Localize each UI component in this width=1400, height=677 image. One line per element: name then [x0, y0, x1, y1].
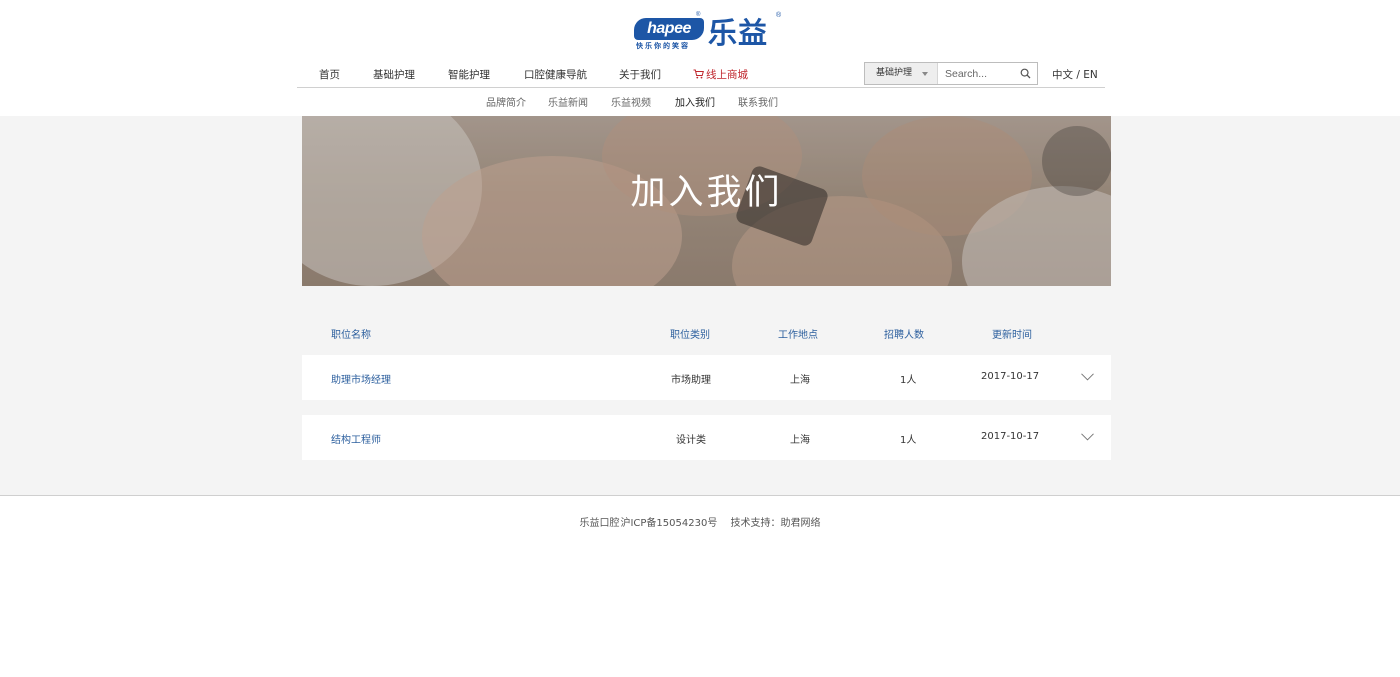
job-date: 2017-10-17 — [981, 431, 1040, 442]
logo-chinese: 乐益 — [708, 16, 769, 50]
subnav-item-contact[interactable]: 联系我们 — [738, 94, 778, 109]
job-title[interactable]: 结构工程师 — [331, 431, 381, 446]
subnav-item-brand[interactable]: 品牌简介 — [486, 94, 526, 109]
job-location: 上海 — [790, 375, 810, 386]
footer-text: 乐益口腔沪ICP备15054230号 技术支持：助君网络 — [0, 514, 1400, 529]
chevron-down-icon[interactable] — [1081, 373, 1094, 381]
logo-reg-mark-small: ® — [696, 12, 701, 18]
sub-nav: 品牌简介 乐益新闻 乐益视频 加入我们 联系我们 — [0, 92, 1400, 112]
lang-zh[interactable]: 中文 — [1052, 69, 1073, 81]
subnav-item-video[interactable]: 乐益视频 — [611, 94, 651, 109]
job-headcount: 1人 — [900, 375, 917, 386]
table-row[interactable]: 助理市场经理 市场助理 上海 1人 2017-10-17 — [302, 355, 1111, 400]
search-category-select[interactable]: 基础护理 — [865, 63, 938, 84]
header-job-title: 职位名称 — [331, 330, 371, 341]
main-content: 加入我们 职位名称 职位类别 工作地点 招聘人数 更新时间 助理市场经理 市场助… — [0, 116, 1400, 495]
language-switch: 中文 / EN — [1052, 67, 1098, 82]
footer-support[interactable]: 技术支持：助君网络 — [731, 518, 821, 529]
footer-company: 乐益口腔 — [579, 518, 620, 529]
job-category: 市场助理 — [671, 375, 711, 386]
lang-separator: / — [1076, 69, 1080, 81]
footer-icp[interactable]: 沪ICP备15054230号 — [620, 518, 717, 529]
caret-down-icon — [922, 72, 928, 76]
chevron-down-icon[interactable] — [1081, 433, 1094, 441]
nav-item-mall[interactable]: 线上商城 — [693, 67, 748, 82]
job-category: 设计类 — [676, 435, 706, 446]
logo-slogan: 快乐你的笑容 — [636, 42, 690, 50]
table-row[interactable]: 结构工程师 设计类 上海 1人 2017-10-17 — [302, 415, 1111, 460]
search-input[interactable] — [945, 64, 1015, 83]
nav-item-smart-care[interactable]: 智能护理 — [448, 67, 490, 82]
main-nav: 首页 基础护理 智能护理 口腔健康导航 关于我们 线上商城 基础护理 中文 — [297, 62, 1105, 88]
logo-reg-mark: ® — [776, 12, 782, 19]
search-box: 基础护理 — [864, 62, 1038, 85]
job-date: 2017-10-17 — [981, 371, 1040, 382]
cart-icon — [693, 69, 704, 79]
nav-item-mall-label: 线上商城 — [706, 69, 748, 81]
nav-item-about[interactable]: 关于我们 — [619, 67, 661, 82]
banner-title: 加入我们 — [630, 173, 783, 213]
job-title[interactable]: 助理市场经理 — [331, 371, 391, 386]
logo-hapee: hapee — [634, 18, 704, 40]
lang-en[interactable]: EN — [1083, 69, 1098, 81]
job-location: 上海 — [790, 435, 810, 446]
subnav-item-news[interactable]: 乐益新闻 — [548, 94, 588, 109]
jobs-table-header: 职位名称 职位类别 工作地点 招聘人数 更新时间 — [302, 326, 1111, 344]
header-location: 工作地点 — [778, 330, 818, 341]
brand-logo[interactable]: hapee ® 快乐你的笑容 乐益 ® — [634, 12, 784, 54]
site-header: hapee ® 快乐你的笑容 乐益 ® 首页 基础护理 智能护理 口腔健康导航 … — [0, 0, 1400, 116]
header-update-time: 更新时间 — [992, 330, 1032, 341]
search-icon[interactable] — [1020, 68, 1031, 79]
site-footer: 乐益口腔沪ICP备15054230号 技术支持：助君网络 — [0, 495, 1400, 677]
header-job-category: 职位类别 — [670, 330, 710, 341]
nav-item-basic-care[interactable]: 基础护理 — [373, 67, 415, 82]
subnav-item-join-us[interactable]: 加入我们 — [675, 94, 715, 109]
header-headcount: 招聘人数 — [884, 330, 924, 341]
job-headcount: 1人 — [900, 435, 917, 446]
nav-item-oral-health[interactable]: 口腔健康导航 — [524, 67, 587, 82]
search-category-label: 基础护理 — [876, 68, 913, 78]
nav-item-home[interactable]: 首页 — [319, 67, 340, 82]
join-us-banner: 加入我们 — [302, 116, 1111, 286]
